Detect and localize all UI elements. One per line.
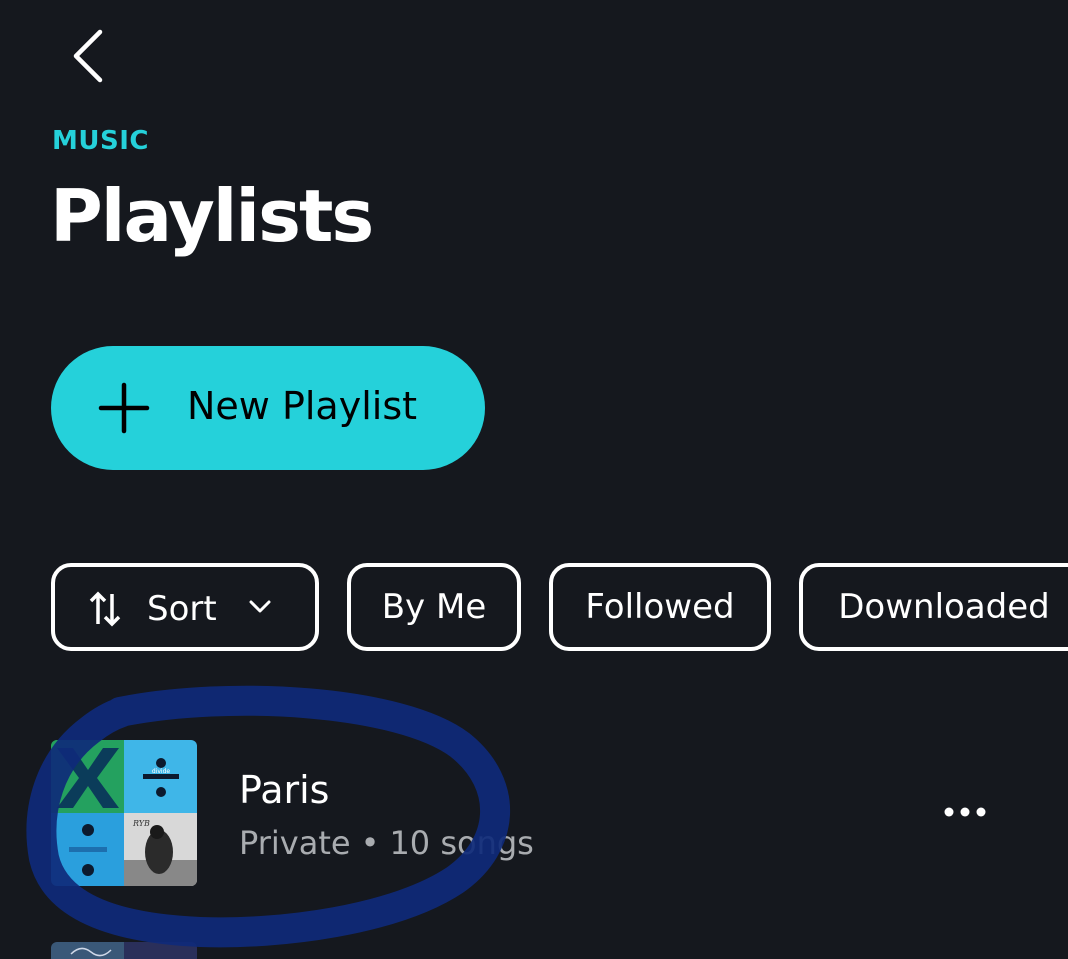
next-playlist-artwork <box>51 942 197 959</box>
page-title: Playlists <box>50 174 374 258</box>
back-button[interactable] <box>60 26 120 86</box>
playlist-artwork: divide RYB <box>51 740 197 886</box>
sort-chip[interactable]: Sort <box>51 563 319 651</box>
playlist-meta: Private • 10 songs <box>239 824 534 862</box>
sort-label: Sort <box>147 589 217 629</box>
section-eyebrow: MUSIC <box>52 126 149 156</box>
playlist-song-count: 10 songs <box>389 824 534 862</box>
playlist-visibility: Private <box>239 824 351 862</box>
new-playlist-label: New Playlist <box>187 384 418 428</box>
sort-arrows-icon <box>89 591 121 627</box>
playlist-row[interactable]: divide RYB Paris Private • 10 songs <box>0 738 1068 888</box>
artwork-caption-ryb: RYB <box>132 819 150 828</box>
filter-chip-by-me[interactable]: By Me <box>347 563 521 651</box>
chevron-down-icon <box>249 600 271 613</box>
filter-chip-followed[interactable]: Followed <box>549 563 771 651</box>
playlist-title: Paris <box>239 768 330 812</box>
filter-chip-downloaded[interactable]: Downloaded <box>799 563 1068 651</box>
meta-separator: • <box>360 824 380 862</box>
back-chevron-icon <box>73 29 103 83</box>
new-playlist-button[interactable]: New Playlist <box>51 346 485 470</box>
more-options-button[interactable] <box>940 800 990 824</box>
artwork-caption-divide: divide <box>152 768 171 775</box>
plus-icon <box>98 382 150 434</box>
more-dots-icon <box>944 807 986 817</box>
